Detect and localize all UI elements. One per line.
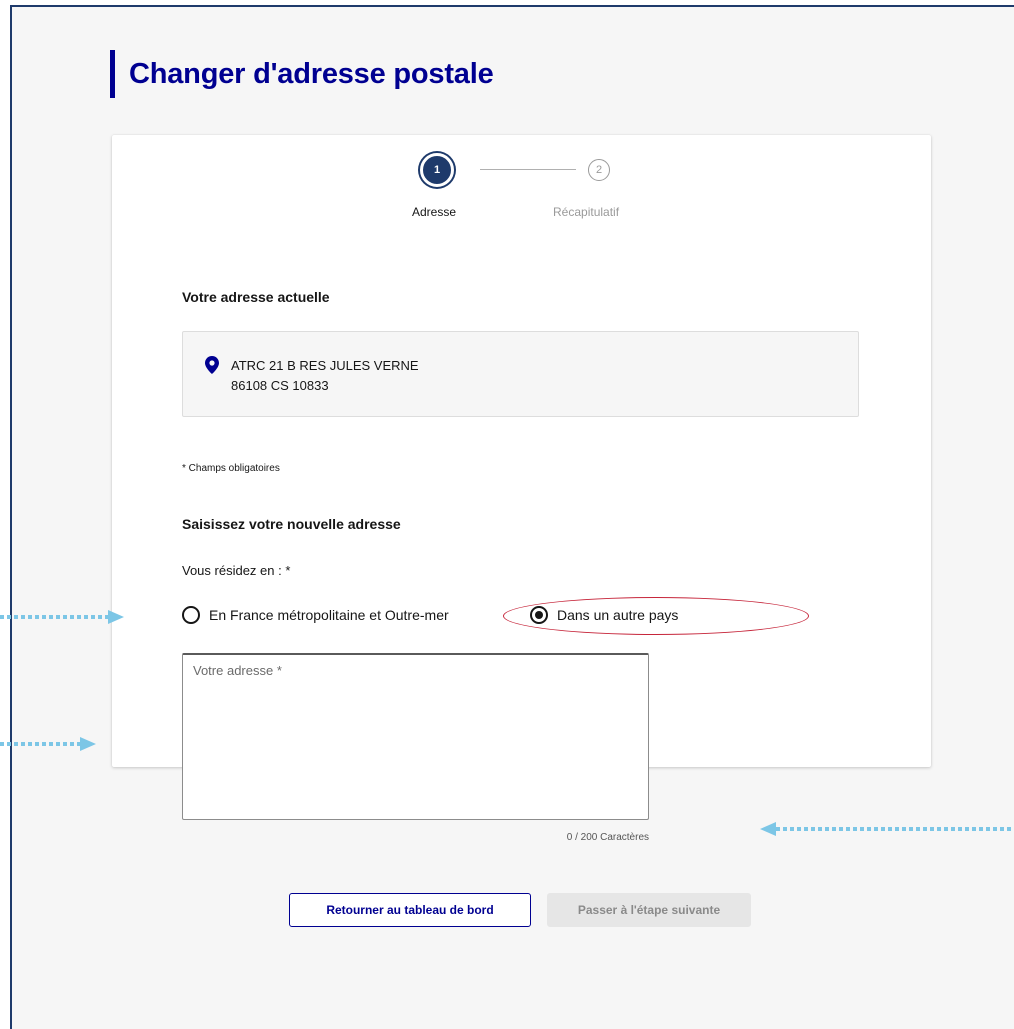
new-address-title: Saisissez votre nouvelle adresse xyxy=(182,516,401,532)
step-1-label: Adresse xyxy=(412,205,457,219)
annotation-arrow-next xyxy=(760,822,1014,836)
form-card: 1 2 Adresse Récapitulatif Votre adresse … xyxy=(112,135,931,927)
page-title: Changer d'adresse postale xyxy=(129,57,494,90)
step-1-indicator: 1 xyxy=(420,153,454,187)
page-header: Changer d'adresse postale xyxy=(110,49,494,99)
radio-france-label: En France métropolitaine et Outre-mer xyxy=(209,607,449,623)
current-address-line2: 86108 CS 10833 xyxy=(231,378,329,393)
residence-label: Vous résidez en : * xyxy=(182,563,291,578)
current-address-box: ATRC 21 B RES JULES VERNE 86108 CS 10833 xyxy=(182,331,859,417)
radio-france[interactable]: En France métropolitaine et Outre-mer xyxy=(182,605,449,625)
step-2-label: Récapitulatif xyxy=(553,205,620,219)
annotation-arrow-radio xyxy=(0,610,124,624)
address-textarea[interactable] xyxy=(193,663,638,811)
highlight-annotation xyxy=(503,597,809,635)
current-address-line1: ATRC 21 B RES JULES VERNE xyxy=(231,358,419,373)
next-step-button[interactable]: Passer à l'étape suivante xyxy=(547,893,751,927)
radio-france-dot[interactable] xyxy=(182,606,200,624)
char-counter: 0 / 200 Caractères xyxy=(566,832,649,843)
title-accent-bar xyxy=(110,50,115,98)
current-address-lines: ATRC 21 B RES JULES VERNE 86108 CS 10833 xyxy=(231,356,419,396)
address-textarea-wrapper[interactable] xyxy=(182,653,649,820)
annotation-arrow-textarea xyxy=(0,737,96,751)
current-address-title: Votre adresse actuelle xyxy=(182,289,330,305)
step-connector xyxy=(480,169,576,170)
page-frame: Changer d'adresse postale 1 2 Adresse Ré… xyxy=(10,5,1014,1029)
step-2-indicator: 2 xyxy=(588,159,610,181)
stepper: 1 2 Adresse Récapitulatif xyxy=(112,153,931,233)
map-pin-icon xyxy=(205,356,219,374)
back-to-dashboard-button[interactable]: Retourner au tableau de bord xyxy=(289,893,531,927)
required-fields-note: * Champs obligatoires xyxy=(182,463,280,474)
